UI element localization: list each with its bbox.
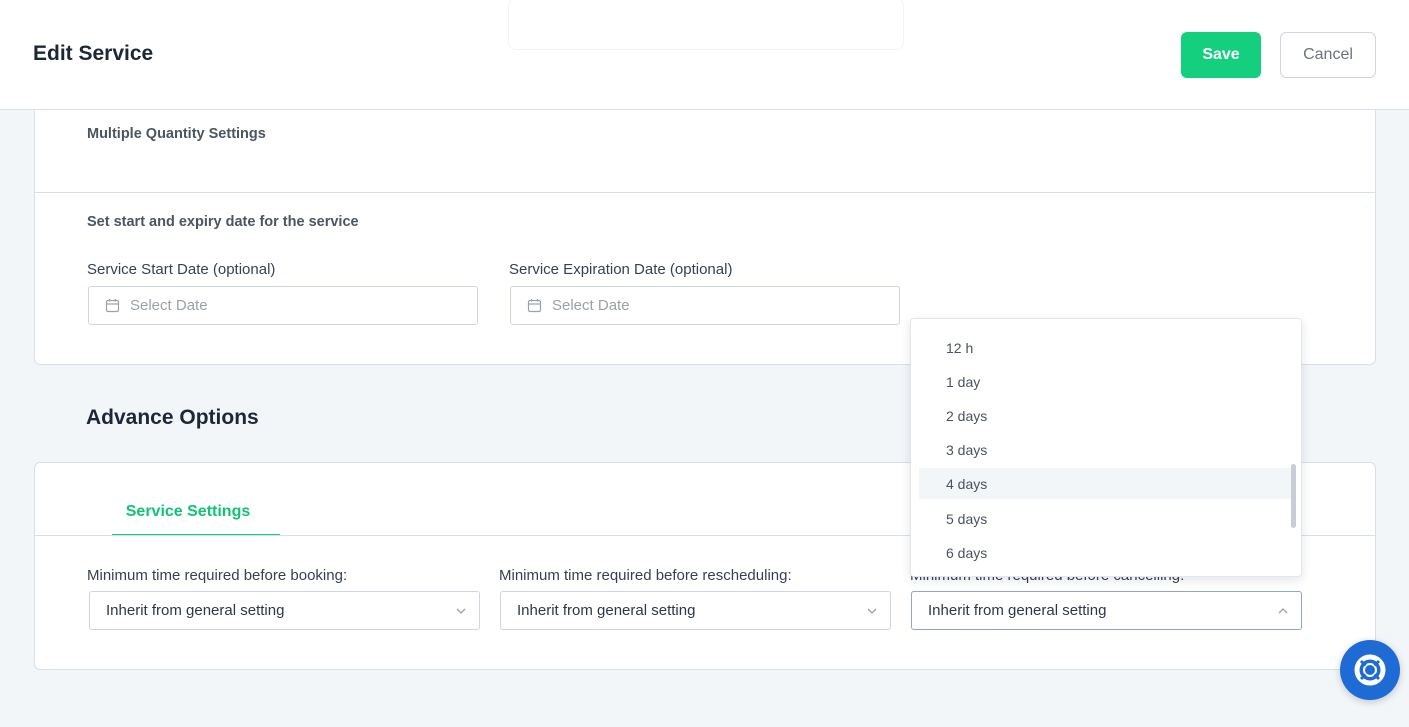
cancel-select[interactable]: Inherit from general setting: [911, 591, 1302, 630]
expiry-date-placeholder: Select Date: [552, 297, 630, 314]
header-placeholder: [508, 0, 904, 50]
advance-options-title: Advance Options: [86, 406, 259, 429]
dropdown-option[interactable]: 12 h: [919, 332, 1295, 363]
dropdown-option[interactable]: 5 days: [919, 503, 1295, 534]
reschedule-label: Minimum time required before reschedulin…: [499, 567, 792, 584]
tab-service-settings[interactable]: Service Settings: [112, 503, 280, 536]
tab-label: Service Settings: [125, 503, 251, 520]
dropdown-scrollbar[interactable]: [1291, 464, 1296, 528]
cancel-dropdown-menu: 12 h 1 day 2 days 3 days 4 days 5 days 6…: [910, 318, 1302, 577]
reschedule-select[interactable]: Inherit from general setting: [500, 591, 891, 630]
dropdown-option-highlighted[interactable]: 4 days: [919, 468, 1295, 499]
expiry-date-input[interactable]: Select Date: [510, 286, 900, 325]
expiry-date-label: Service Expiration Date (optional): [509, 261, 733, 278]
section-divider: [35, 192, 1375, 193]
booking-select[interactable]: Inherit from general setting: [89, 591, 480, 630]
booking-select-value: Inherit from general setting: [106, 602, 285, 619]
start-date-input[interactable]: Select Date: [88, 286, 478, 325]
chevron-down-icon: [456, 608, 466, 614]
lifebuoy-icon: [1354, 654, 1386, 686]
cancel-select-value: Inherit from general setting: [928, 602, 1107, 619]
start-date-placeholder: Select Date: [130, 297, 208, 314]
calendar-icon: [527, 299, 542, 313]
save-button[interactable]: Save: [1181, 32, 1261, 78]
chevron-down-icon: [867, 608, 877, 614]
calendar-icon: [105, 299, 120, 313]
chevron-up-icon: [1278, 608, 1288, 614]
quantity-section-label: Multiple Quantity Settings: [87, 126, 266, 142]
booking-label: Minimum time required before booking:: [87, 567, 348, 584]
page-header: Edit Service Save Cancel: [0, 0, 1409, 110]
cancel-button[interactable]: Cancel: [1280, 32, 1376, 78]
help-button[interactable]: [1340, 640, 1400, 700]
reschedule-select-value: Inherit from general setting: [517, 602, 696, 619]
dropdown-option[interactable]: 2 days: [919, 400, 1295, 431]
dropdown-option[interactable]: 3 days: [919, 434, 1295, 465]
dates-section-label: Set start and expiry date for the servic…: [87, 214, 359, 230]
dropdown-option[interactable]: 6 days: [919, 537, 1295, 568]
page-title: Edit Service: [33, 42, 154, 65]
start-date-label: Service Start Date (optional): [87, 261, 276, 278]
dropdown-option[interactable]: 1 day: [919, 366, 1295, 397]
